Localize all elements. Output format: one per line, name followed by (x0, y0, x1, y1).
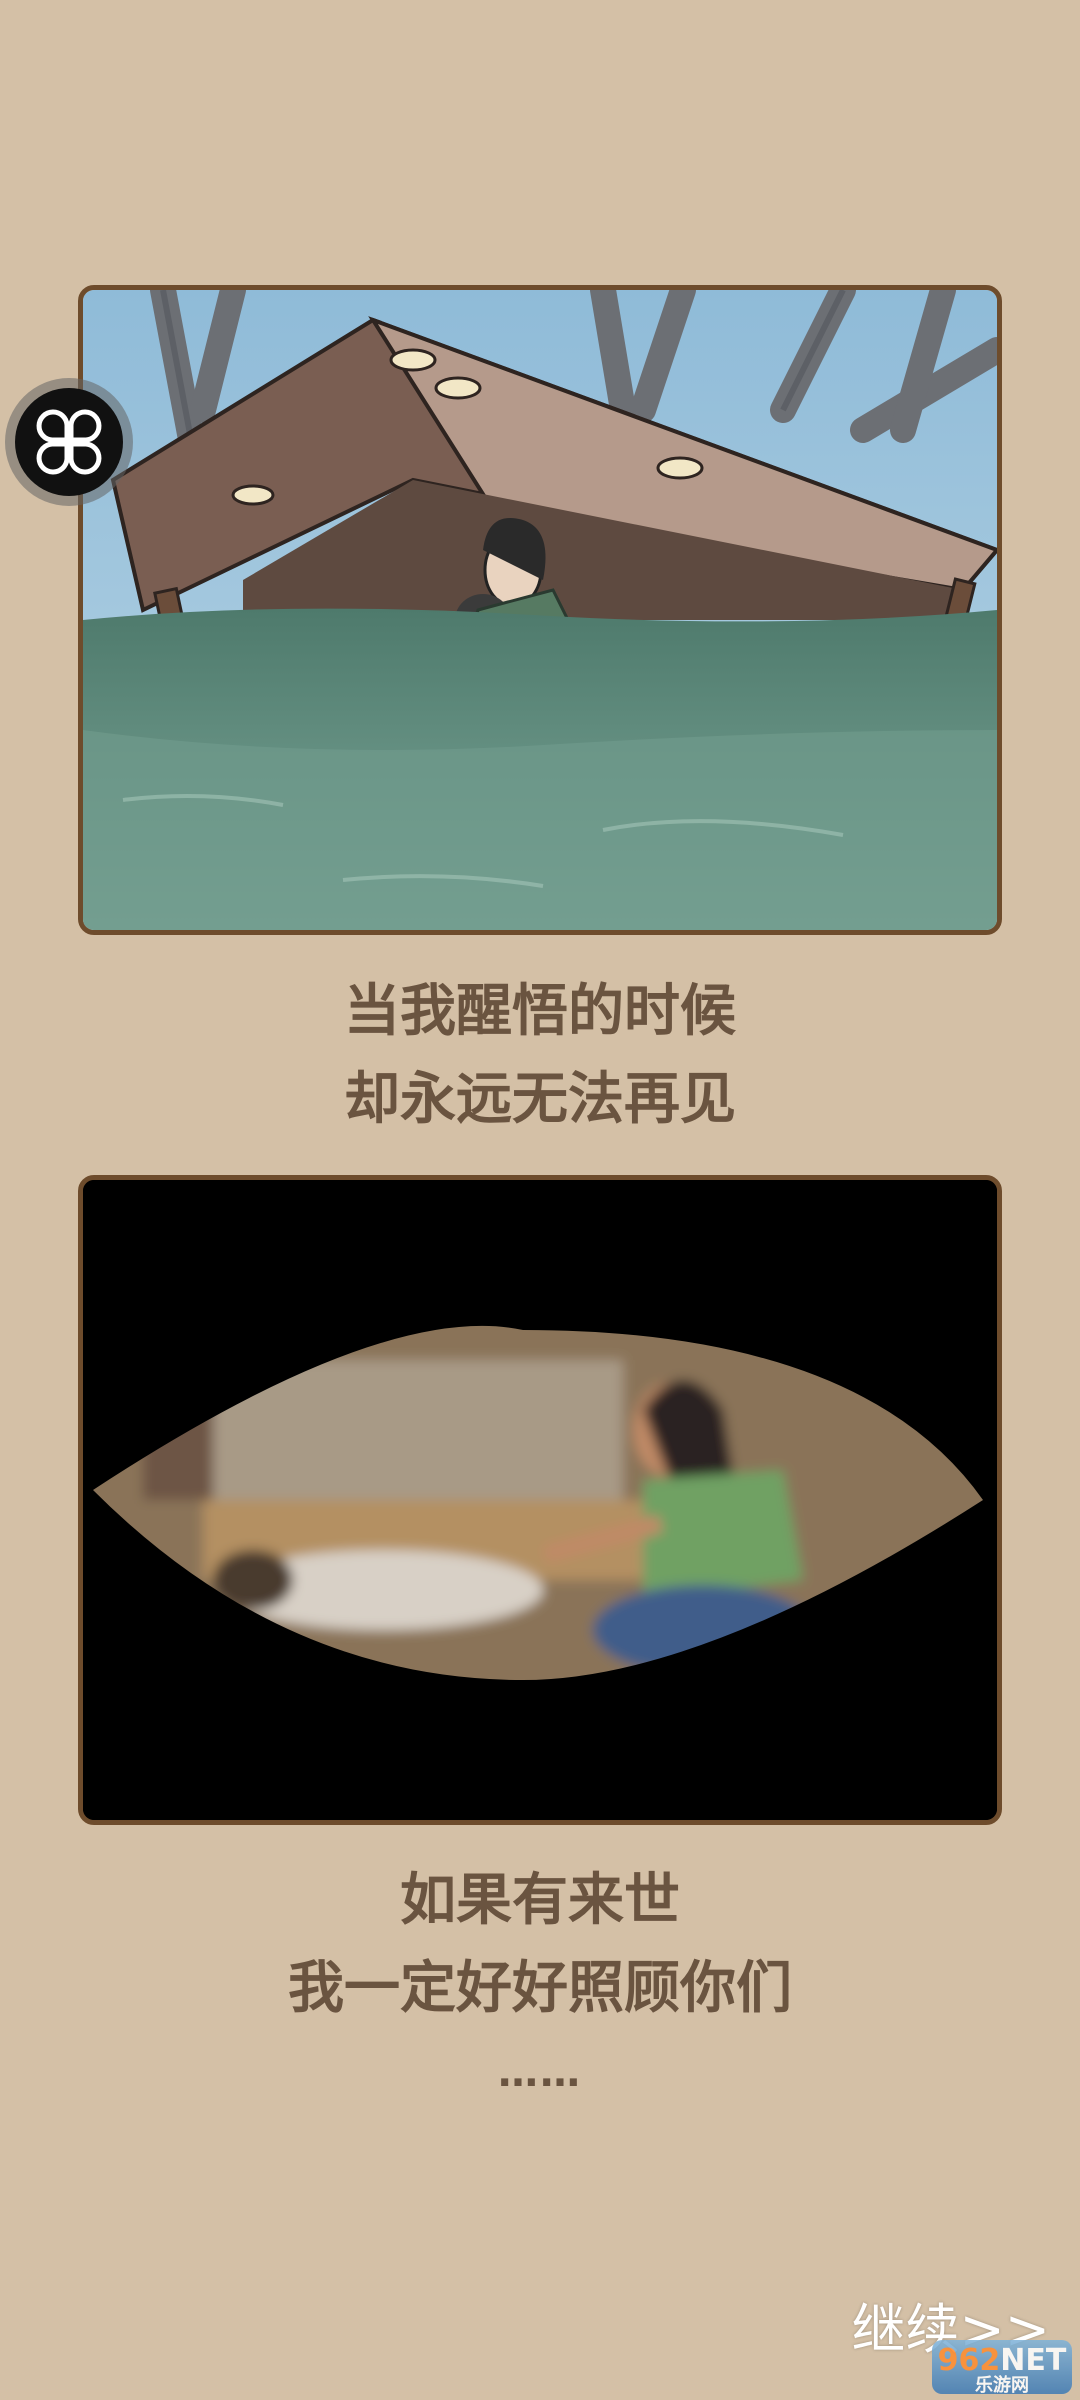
caption-ellipsis: …… (498, 2050, 582, 2096)
caption-line: 当我醒悟的时候 (344, 979, 736, 1044)
caption-line: 我一定好好照顾你们 (288, 1956, 792, 2021)
site-watermark-logo: 962NET 乐游网 (932, 2340, 1072, 2396)
watermark-number: 962 (937, 2343, 1001, 2378)
clover-menu-icon (15, 388, 123, 496)
story-panel-flood (78, 285, 1002, 935)
floating-menu-button[interactable] (5, 378, 133, 506)
watermark-suffix: NET (1000, 2343, 1067, 2378)
watermark-sub: 乐游网 (975, 2375, 1029, 2396)
story-panel-memory (78, 1175, 1002, 1825)
caption-first: 当我醒悟的时候 却永远无法再见 (0, 968, 1080, 1144)
caption-second: 如果有来世 我一定好好照顾你们 (0, 1857, 1080, 2033)
caption-line: 却永远无法再见 (344, 1067, 736, 1132)
flood-illustration (83, 290, 997, 930)
caption-line: 如果有来世 (400, 1868, 680, 1933)
memory-illustration (83, 1180, 997, 1820)
